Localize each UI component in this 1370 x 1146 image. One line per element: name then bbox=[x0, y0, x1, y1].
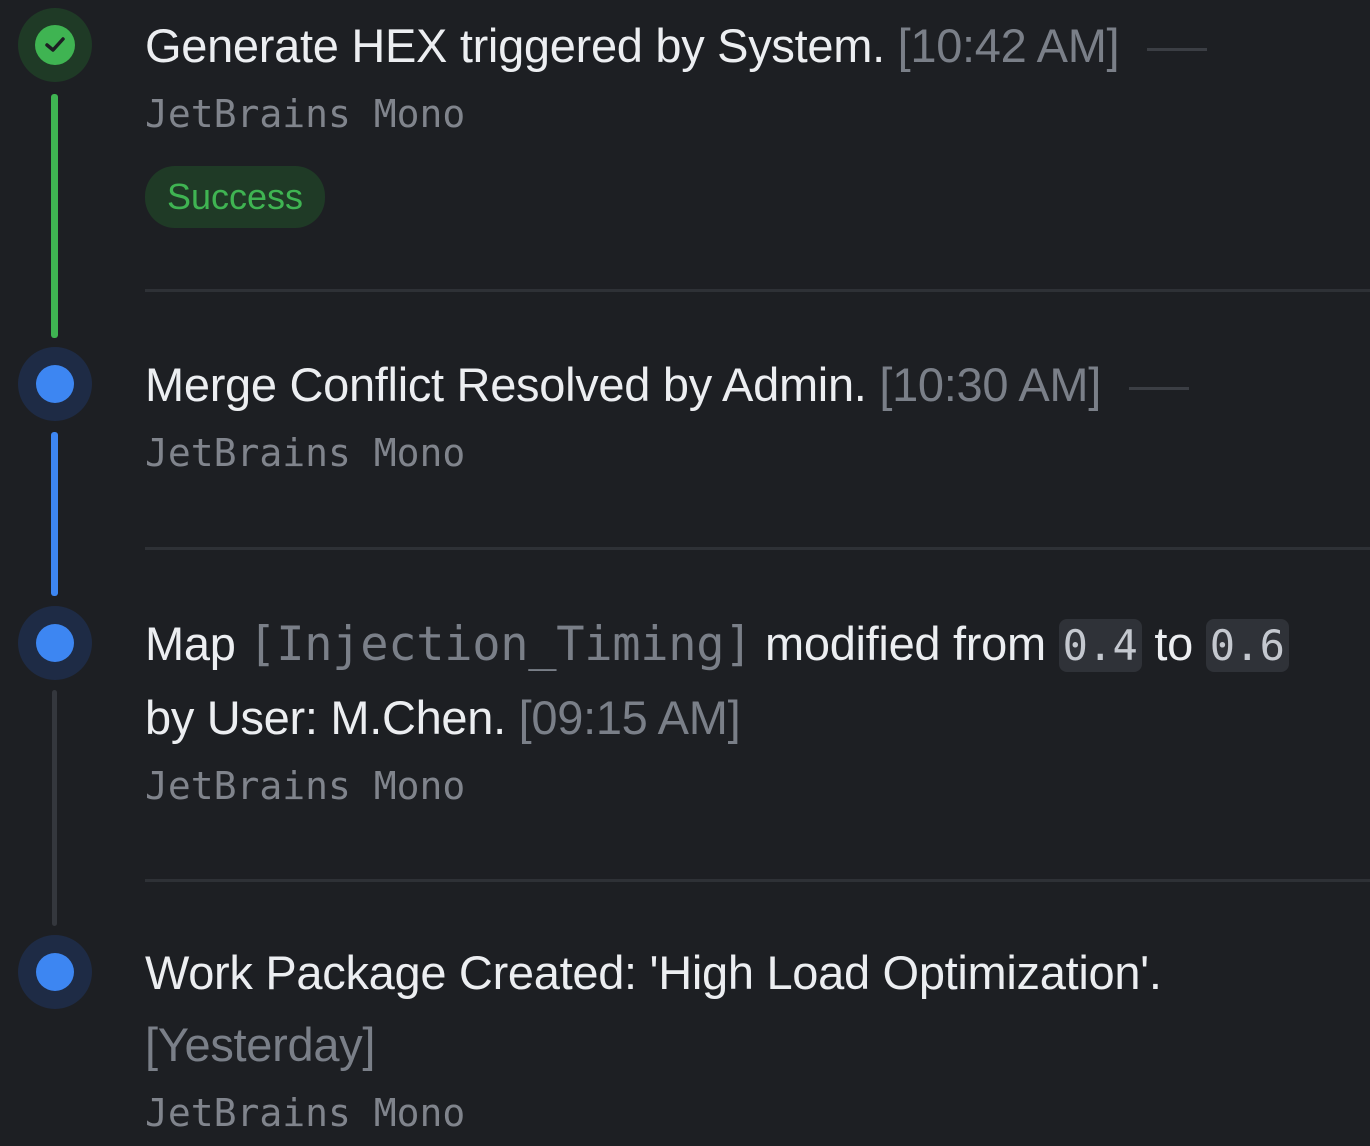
timeline-connector bbox=[52, 690, 57, 926]
info-status-node bbox=[18, 935, 92, 1009]
item-divider bbox=[145, 289, 1370, 292]
event-timestamp: [09:15 AM] bbox=[518, 691, 741, 744]
activity-timeline: Generate HEX triggered by System. [10:42… bbox=[0, 0, 1370, 1146]
event-title-text: Map bbox=[145, 617, 236, 670]
item-divider bbox=[145, 547, 1370, 550]
event-title-text: Merge Conflict Resolved by Admin. bbox=[145, 358, 867, 411]
info-status-node bbox=[18, 606, 92, 680]
event-title: Work Package Created: 'High Load Optimiz… bbox=[145, 937, 1370, 1009]
map-name: [Injection_Timing] bbox=[248, 617, 753, 672]
check-icon bbox=[35, 25, 75, 65]
item-divider bbox=[145, 879, 1370, 882]
event-title-text: modified from bbox=[765, 617, 1046, 670]
from-value-chip: 0.4 bbox=[1058, 619, 1142, 672]
event-timestamp: [10:30 AM] bbox=[879, 358, 1102, 411]
dot-icon bbox=[36, 624, 74, 662]
event-title-line2: by User: M.Chen. [09:15 AM] bbox=[145, 682, 1370, 754]
dot-icon bbox=[36, 365, 74, 403]
info-status-node bbox=[18, 347, 92, 421]
event-title-line2: [Yesterday] bbox=[145, 1009, 1370, 1081]
event-font-label: JetBrains Mono bbox=[145, 92, 466, 136]
dot-icon bbox=[36, 953, 74, 991]
event-timestamp: [10:42 AM] bbox=[897, 19, 1120, 72]
event-font-label: JetBrains Mono bbox=[145, 431, 466, 475]
trailing-divider bbox=[1147, 48, 1208, 52]
event-title-text: Work Package Created: 'High Load Optimiz… bbox=[145, 946, 1162, 999]
status-badge: Success bbox=[145, 166, 326, 228]
to-value-chip: 0.6 bbox=[1205, 619, 1289, 672]
event-font-label: JetBrains Mono bbox=[145, 764, 466, 808]
timeline-connector bbox=[51, 432, 58, 596]
trailing-divider bbox=[1129, 387, 1190, 391]
event-timestamp: [Yesterday] bbox=[145, 1018, 376, 1071]
event-title: Generate HEX triggered by System. [10:42… bbox=[145, 10, 1370, 82]
event-font-label: JetBrains Mono bbox=[145, 1091, 466, 1135]
event-title: Map [Injection_Timing] modified from 0.4… bbox=[145, 608, 1370, 682]
event-title-text: by User: M.Chen. bbox=[145, 691, 506, 744]
event-title-text: to bbox=[1154, 617, 1193, 670]
success-status-node bbox=[18, 8, 92, 82]
event-title: Merge Conflict Resolved by Admin. [10:30… bbox=[145, 349, 1370, 421]
timeline-connector bbox=[51, 94, 58, 338]
event-title-text: Generate HEX triggered by System. bbox=[145, 19, 885, 72]
